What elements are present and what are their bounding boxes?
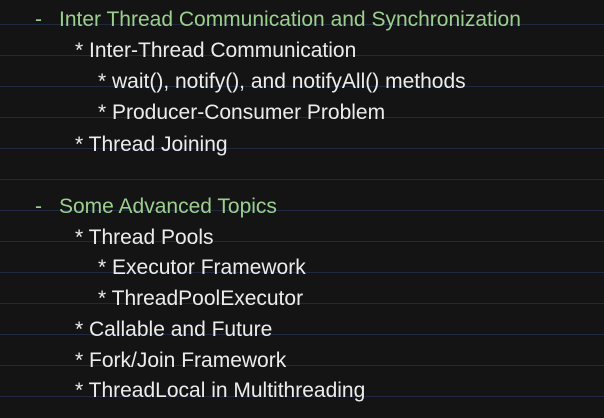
section-dash: - [35,8,42,31]
section-title: Inter Thread Communication and Synchroni… [59,8,521,31]
list-item-fork-join: * Fork/Join Framework [75,349,287,372]
list-item-inter-thread-communication: * Inter-Thread Communication [75,39,357,62]
list-item-threadpoolexecutor: * ThreadPoolExecutor [98,287,304,310]
section-heading-inter-thread: - Inter Thread Communication and Synchron… [0,7,521,33]
notes-page: - Inter Thread Communication and Synchron… [0,0,604,418]
list-item-thread-joining: * Thread Joining [75,133,228,156]
list-item-callable-future: * Callable and Future [75,318,273,341]
section-heading-advanced-topics: - Some Advanced Topics [0,194,277,220]
list-item-threadlocal: * ThreadLocal in Multithreading [75,379,366,402]
list-item-executor-framework: * Executor Framework [98,256,306,279]
list-item-wait-notify-methods: * wait(), notify(), and notifyAll() meth… [98,70,466,93]
section-dash: - [35,195,42,218]
list-item-thread-pools: * Thread Pools [75,226,214,249]
section-title: Some Advanced Topics [59,195,277,218]
list-item-producer-consumer: * Producer-Consumer Problem [98,101,386,124]
